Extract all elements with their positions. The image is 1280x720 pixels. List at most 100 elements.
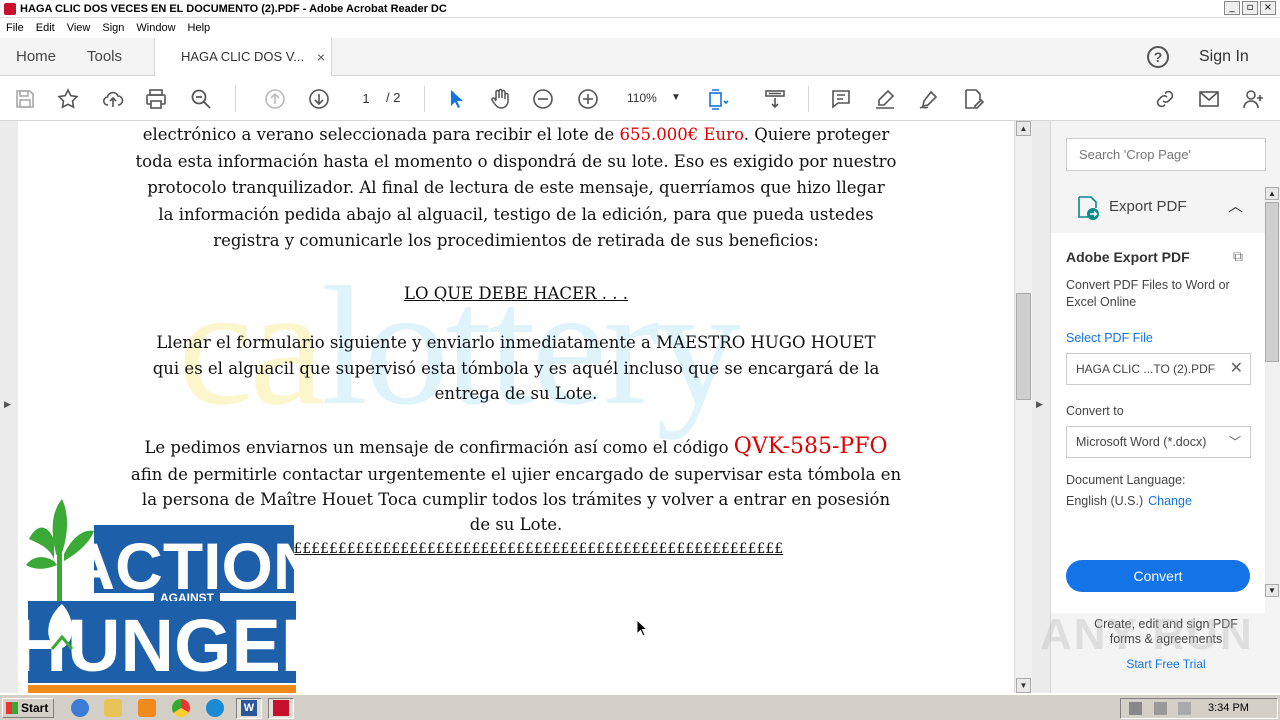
share-link-icon[interactable] <box>1152 86 1178 112</box>
convert-to-value: Microsoft Word (*.docx) <box>1076 435 1207 449</box>
panel-scrollbar[interactable]: ▲ ▼ <box>1265 187 1280 597</box>
language-label: Document Language: <box>1066 473 1186 487</box>
close-window-button[interactable]: × <box>1260 1 1276 15</box>
menu-file[interactable]: File <box>6 22 24 34</box>
paragraph-line: entrega de su Lote. <box>434 384 598 403</box>
tab-document-label: HAGA CLIC DOS V... <box>181 49 305 64</box>
save-icon[interactable] <box>12 86 38 112</box>
page-fit-icon[interactable] <box>705 86 731 112</box>
chevron-down-icon: ﹀ <box>1228 435 1241 449</box>
tab-home[interactable]: Home <box>16 38 56 76</box>
scroll-mode-icon[interactable] <box>762 86 788 112</box>
edit-pdf-icon[interactable] <box>960 86 986 112</box>
page-number-input[interactable]: 1 <box>352 87 380 109</box>
tab-document[interactable]: HAGA CLIC DOS V... × <box>154 38 332 77</box>
expand-left-icon[interactable]: ▶ <box>4 399 11 410</box>
help-icon[interactable]: ? <box>1147 46 1169 68</box>
menu-view[interactable]: View <box>67 22 91 34</box>
anyrun-watermark: ANY RUN <box>1040 610 1254 659</box>
scroll-thumb[interactable] <box>1016 293 1031 400</box>
convert-button[interactable]: Convert <box>1066 560 1250 592</box>
zoom-in-icon[interactable] <box>575 86 601 112</box>
convert-to-select[interactable]: Microsoft Word (*.docx) ﹀ <box>1066 426 1251 458</box>
paragraph-line: la información pedida abajo al alguacil,… <box>158 205 874 224</box>
convert-to-label: Convert to <box>1066 404 1124 418</box>
highlight-pen-icon[interactable] <box>872 86 898 112</box>
select-pdf-link[interactable]: Select PDF File <box>1066 331 1153 345</box>
word-icon: W <box>241 700 257 716</box>
word-task-button[interactable]: W <box>236 698 262 719</box>
menu-sign[interactable]: Sign <box>102 22 124 34</box>
menu-window[interactable]: Window <box>136 22 175 34</box>
selected-file-name: HAGA CLIC ...TO (2).PDF <box>1076 362 1216 376</box>
start-button[interactable]: Start <box>2 698 54 718</box>
hand-tool-icon[interactable] <box>487 86 513 112</box>
menu-bar: File Edit View Sign Window Help <box>0 18 1280 38</box>
maximize-button[interactable]: ▫ <box>1242 1 1258 15</box>
collapse-chevron-icon[interactable]: ︿ <box>1228 195 1243 216</box>
close-tab-icon[interactable]: × <box>317 38 325 76</box>
right-panel-toggle[interactable]: ▶ <box>1032 121 1050 693</box>
network-icon[interactable] <box>1154 702 1167 715</box>
volume-icon[interactable] <box>1129 702 1142 715</box>
chrome-icon[interactable] <box>172 699 190 717</box>
print-icon[interactable] <box>143 86 169 112</box>
action-against-hunger-logo: ACTION AGAINST HUNGER <box>24 499 299 693</box>
section-heading: LO QUE DEBE HACER . . . <box>403 284 628 303</box>
upload-cloud-icon[interactable] <box>100 86 126 112</box>
copy-icon[interactable]: ⧉ <box>1233 248 1243 265</box>
collapse-right-icon[interactable]: ▶ <box>1036 399 1043 410</box>
panel-scroll-down-icon[interactable]: ▼ <box>1265 584 1279 597</box>
right-tools-panel: Search 'Crop Page' Export PDF ︿ Adobe Ex… <box>1050 121 1280 693</box>
export-pdf-header[interactable]: Export PDF ︿ <box>1051 183 1265 233</box>
media-player-icon[interactable] <box>138 699 156 717</box>
toolbar-divider <box>424 86 425 112</box>
file-explorer-icon[interactable] <box>104 699 122 717</box>
bookmark-star-icon[interactable] <box>55 86 81 112</box>
panel-description: Convert PDF Files to Word or Excel Onlin… <box>1066 278 1230 309</box>
pdf-page: calottery electrónico a verano seleccion… <box>18 121 1014 693</box>
paragraph-line: registra y comunicarle los procedimiento… <box>213 231 819 250</box>
edge-icon[interactable] <box>206 699 224 717</box>
acrobat-app-icon <box>4 2 16 15</box>
select-cursor-icon[interactable] <box>443 86 469 112</box>
minimize-button[interactable]: _ <box>1224 1 1240 15</box>
selected-file-field[interactable]: HAGA CLIC ...TO (2).PDF ✕ <box>1066 353 1251 385</box>
change-language-link[interactable]: Change <box>1148 494 1192 508</box>
scroll-up-icon[interactable]: ▲ <box>1016 121 1031 136</box>
comment-icon[interactable] <box>828 86 854 112</box>
panel-scroll-up-icon[interactable]: ▲ <box>1265 187 1279 200</box>
previous-page-icon[interactable] <box>262 86 288 112</box>
zoom-dropdown-icon[interactable]: ▼ <box>671 87 681 109</box>
language-row: English (U.S.) Change <box>1066 494 1192 508</box>
window-controls: _ ▫ × <box>1224 1 1276 15</box>
acrobat-task-button[interactable] <box>268 698 294 719</box>
left-panel-toggle[interactable]: ▶ <box>0 121 18 693</box>
add-user-icon[interactable] <box>1240 86 1266 112</box>
zoom-out-icon[interactable] <box>530 86 556 112</box>
confirmation-code: QVK-585-PFO <box>733 434 888 459</box>
menu-edit[interactable]: Edit <box>36 22 55 34</box>
document-viewport[interactable]: ▶ calottery electrónico a verano selecci… <box>0 121 1032 693</box>
zoom-search-icon[interactable] <box>188 86 214 112</box>
system-tray: 3:34 PM <box>1120 698 1278 719</box>
ie-browser-icon[interactable] <box>71 699 89 717</box>
sign-in-button[interactable]: Sign In <box>1199 38 1249 76</box>
remove-file-icon[interactable]: ✕ <box>1230 354 1243 384</box>
email-icon[interactable] <box>1196 86 1222 112</box>
flag-icon[interactable] <box>1178 702 1191 715</box>
next-page-icon[interactable] <box>306 86 332 112</box>
zoom-level[interactable]: 110% <box>627 87 657 109</box>
paragraph-line: qui es el alguacil que supervisó esta tó… <box>152 359 880 378</box>
tab-tools[interactable]: Tools <box>87 38 122 76</box>
scroll-down-icon[interactable]: ▼ <box>1016 678 1031 693</box>
tools-search-input[interactable]: Search 'Crop Page' <box>1066 138 1266 171</box>
menu-help[interactable]: Help <box>188 22 211 34</box>
panel-scroll-thumb[interactable] <box>1265 202 1279 362</box>
window-title: HAGA CLIC DOS VECES EN EL DOCUMENTO (2).… <box>20 2 447 15</box>
vertical-scrollbar[interactable]: ▲ ▼ <box>1014 121 1032 693</box>
sign-pen-icon[interactable] <box>916 86 942 112</box>
windows-flag-icon <box>6 702 18 714</box>
export-pdf-panel: Adobe Export PDF ⧉ Convert PDF Files to … <box>1051 233 1265 613</box>
toolbar-divider <box>235 86 236 112</box>
